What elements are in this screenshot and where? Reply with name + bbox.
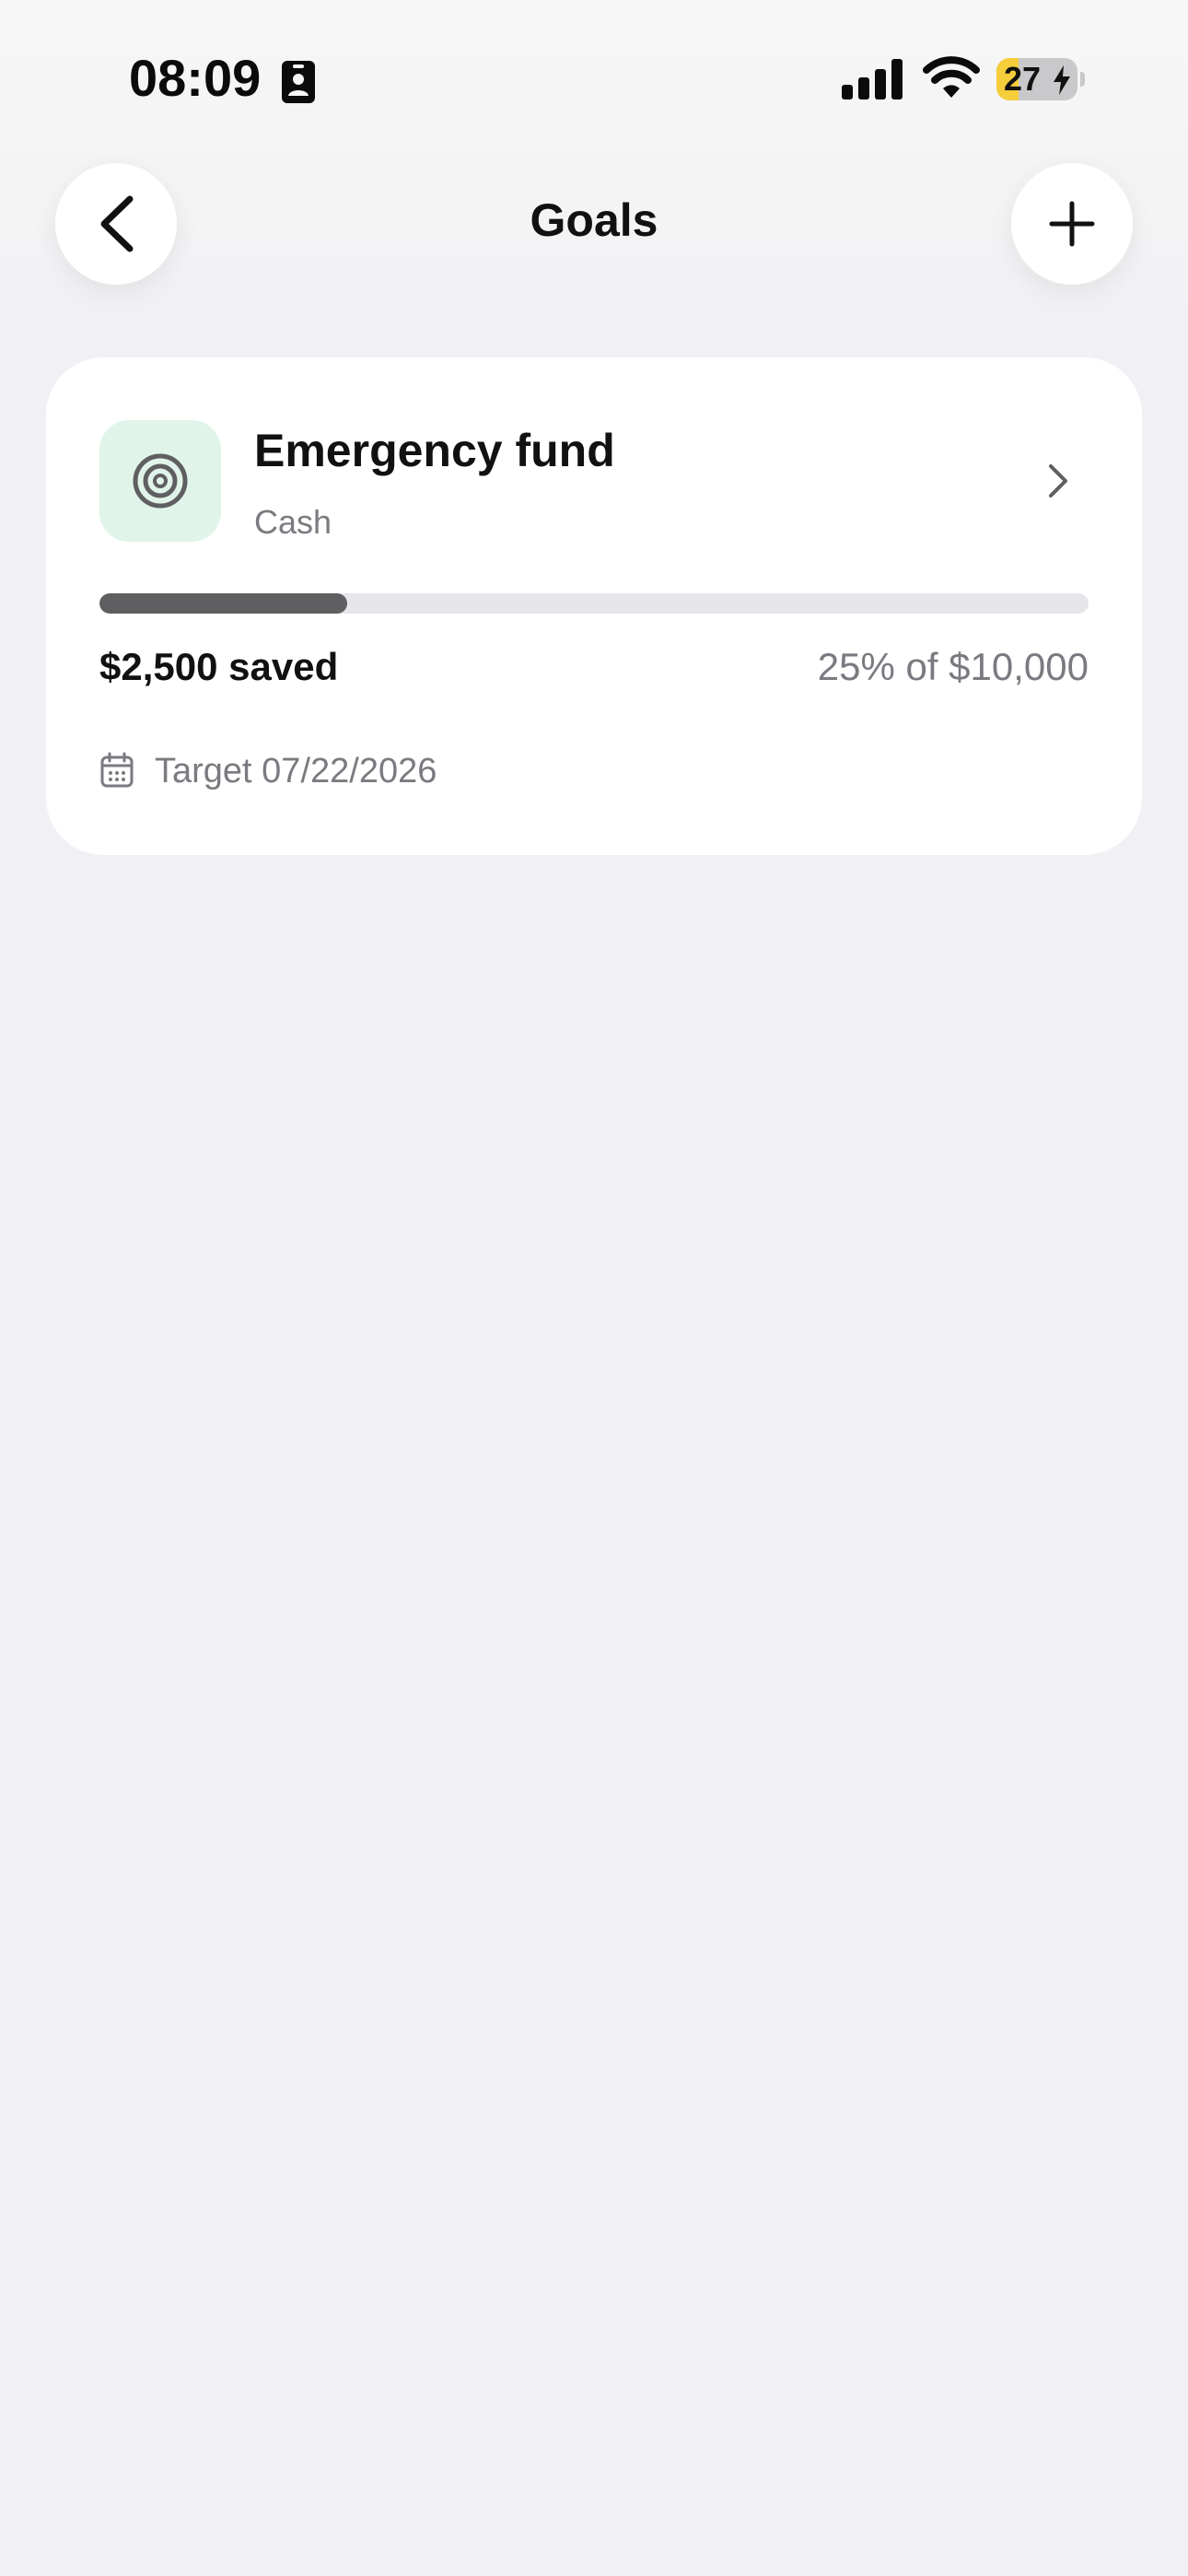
- id-card-icon: [282, 61, 315, 103]
- battery-level-label: 27: [1004, 60, 1042, 98]
- charging-bolt-icon: [1054, 65, 1070, 95]
- battery-nub: [1080, 72, 1085, 87]
- target-icon: [133, 453, 188, 509]
- status-bar: 08:09 27: [0, 0, 1188, 157]
- calendar-icon: [100, 752, 134, 788]
- add-goal-button[interactable]: [1011, 163, 1133, 285]
- page-title: Goals: [530, 194, 658, 246]
- progress-summary: 25% of $10,000: [817, 645, 1089, 688]
- target-date: Target 07/22/2026: [155, 752, 437, 790]
- goal-account: Cash: [254, 503, 332, 541]
- cellular-signal-icon: [842, 59, 903, 100]
- chevron-right-icon[interactable]: [1044, 461, 1072, 501]
- plus-icon: [1049, 201, 1095, 247]
- goal-progress-fill: [99, 593, 347, 614]
- wifi-icon: [923, 56, 980, 98]
- saved-amount: $2,500 saved: [99, 645, 339, 688]
- goal-progress-bar: [99, 593, 1089, 614]
- goal-card-emergency-fund[interactable]: Emergency fund Cash $2,500 saved 25% of …: [46, 357, 1142, 855]
- battery-icon: 27: [996, 58, 1085, 100]
- status-time: 08:09: [129, 49, 262, 107]
- goal-name: Emergency fund: [254, 425, 615, 476]
- battery-shell: 27: [996, 58, 1077, 100]
- goal-icon-tile: [99, 420, 221, 542]
